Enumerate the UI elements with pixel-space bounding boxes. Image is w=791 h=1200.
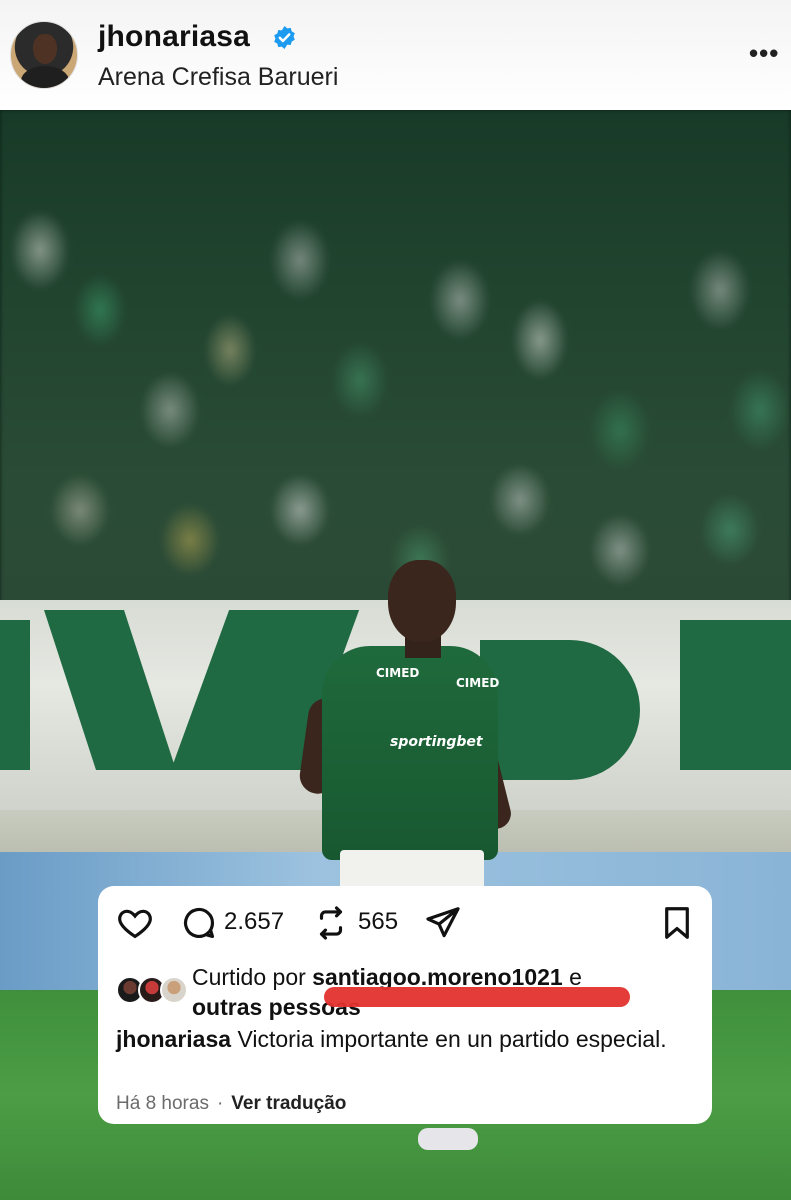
- action-bar: 2.657 565: [98, 886, 712, 956]
- likes-summary[interactable]: Curtido por santiagoo.moreno1021 e outra…: [116, 962, 706, 1020]
- jersey-sponsor-text: CIMED: [456, 676, 500, 690]
- jersey-main-sponsor: sportingbet: [390, 734, 483, 750]
- liker-avatars: [116, 976, 188, 1006]
- repost-count[interactable]: 565: [358, 908, 398, 936]
- meta-separator: ·: [216, 1093, 224, 1114]
- post-location[interactable]: Arena Crefisa Barueri: [98, 63, 338, 92]
- bookmark-icon[interactable]: [658, 904, 696, 942]
- post-caption: jhonariasa Victoria importante en un par…: [116, 1024, 676, 1054]
- heart-icon[interactable]: [116, 904, 154, 942]
- avatar-face: [33, 34, 57, 64]
- see-translation-link[interactable]: Ver tradução: [231, 1093, 346, 1114]
- post-meta: Há 8 horas · Ver tradução: [116, 1093, 346, 1115]
- red-marker-underline: [324, 987, 630, 1007]
- caption-username[interactable]: jhonariasa: [116, 1026, 231, 1052]
- likes-prefix: Curtido por: [192, 964, 306, 990]
- liker-avatar: [160, 976, 188, 1004]
- player-boot: [418, 1128, 478, 1150]
- player-shorts: [340, 850, 484, 890]
- caption-text: Victoria importante en un partido especi…: [237, 1026, 667, 1052]
- profile-avatar[interactable]: [10, 21, 78, 89]
- verified-badge-icon: [274, 26, 295, 49]
- comment-icon[interactable]: [180, 904, 218, 942]
- share-icon[interactable]: [424, 904, 462, 942]
- post-header: jhonariasa Arena Crefisa Barueri •••: [0, 0, 791, 110]
- player-head: [388, 560, 456, 642]
- comment-count[interactable]: 2.657: [224, 908, 284, 936]
- more-options-icon[interactable]: •••: [749, 38, 789, 68]
- avatar-shirt: [21, 66, 69, 88]
- post-username[interactable]: jhonariasa: [98, 20, 250, 54]
- repost-icon[interactable]: [312, 904, 350, 942]
- post-timestamp: Há 8 horas: [116, 1093, 209, 1114]
- engagement-card: 2.657 565 Curtido por santiagoo.moreno10…: [98, 886, 712, 1124]
- jersey-sponsor-text: CIMED: [376, 666, 420, 680]
